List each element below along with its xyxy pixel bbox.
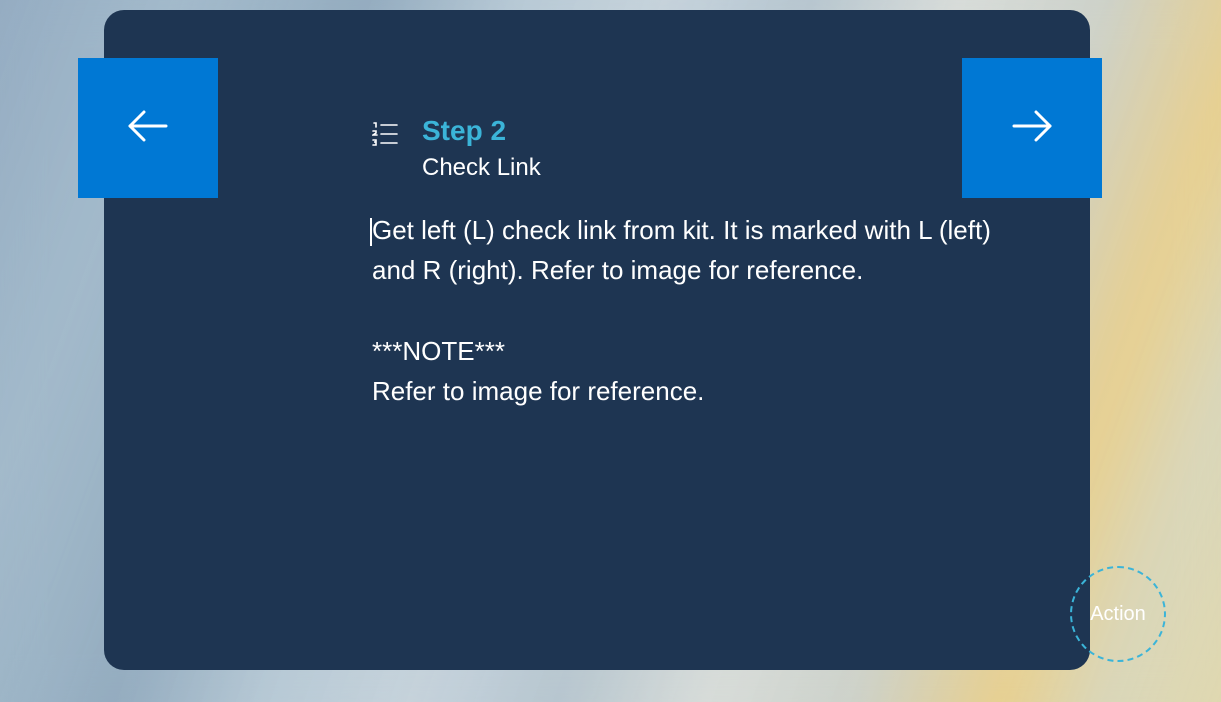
previous-step-button[interactable] [78,58,218,198]
step-card: Step 2 Check Link Get left (L) check lin… [104,10,1090,670]
step-body-text[interactable]: Get left (L) check link from kit. It is … [372,210,992,411]
action-button-label: Action [1090,603,1146,626]
next-step-button[interactable] [962,58,1102,198]
step-title: Check Link [422,154,541,182]
step-header: Step 2 Check Link [372,114,541,182]
step-label: Step 2 [422,114,541,148]
numbered-list-icon [372,122,398,146]
action-button[interactable]: Action [1070,566,1166,662]
arrow-left-icon [122,100,174,157]
arrow-right-icon [1006,100,1058,157]
